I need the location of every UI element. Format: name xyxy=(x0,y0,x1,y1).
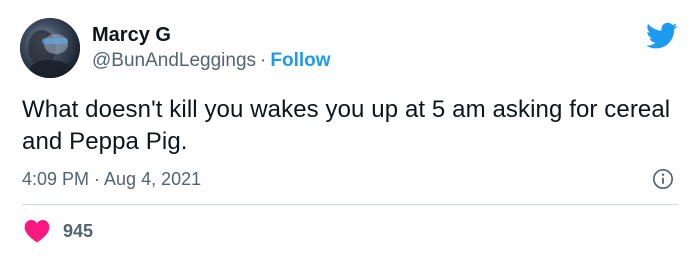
heart-icon xyxy=(24,220,50,243)
twitter-bird-icon[interactable] xyxy=(646,22,678,50)
handle-row: @BunAndLeggings · Follow xyxy=(92,49,331,73)
avatar[interactable] xyxy=(20,18,80,78)
avatar-image xyxy=(20,18,80,78)
info-icon[interactable] xyxy=(652,168,674,190)
author-name[interactable]: Marcy G xyxy=(92,22,171,48)
tweet-card: Marcy G @BunAndLeggings · Follow What does… xyxy=(0,0,700,257)
tweet-timestamp[interactable]: 4:09 PM · Aug 4, 2021 xyxy=(22,167,201,191)
separator-dot: · xyxy=(260,50,267,71)
divider xyxy=(22,204,678,205)
author-handle[interactable]: @BunAndLeggings xyxy=(92,50,256,71)
like-button[interactable]: 945 xyxy=(24,218,93,244)
follow-button[interactable]: Follow xyxy=(270,50,330,71)
like-count: 945 xyxy=(63,221,94,241)
tweet-text: What doesn't kill you wakes you up at 5 … xyxy=(22,96,671,155)
